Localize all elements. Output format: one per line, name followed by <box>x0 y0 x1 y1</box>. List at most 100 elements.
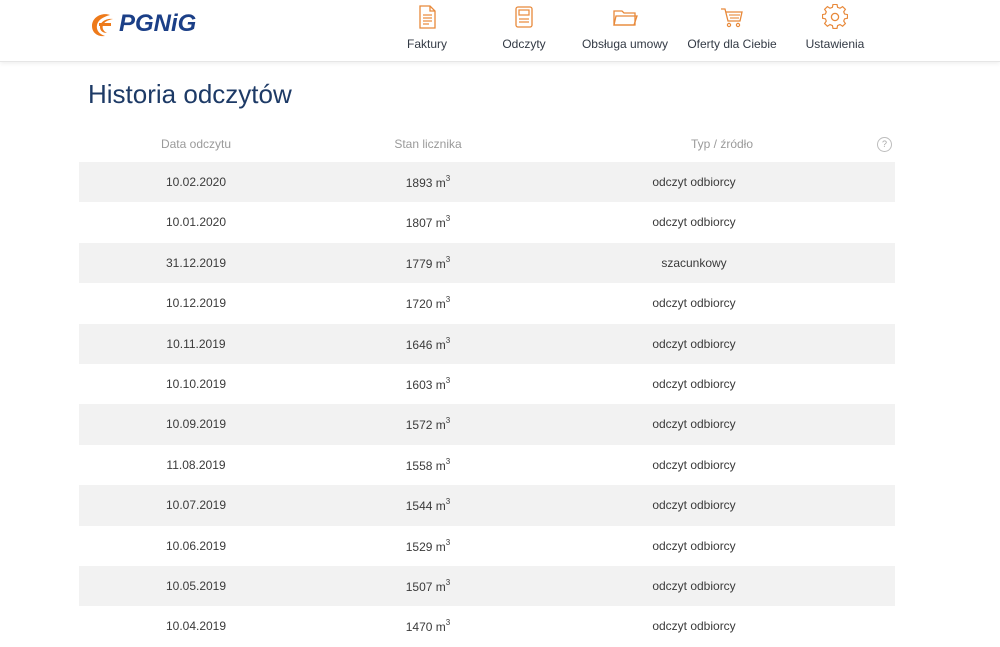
cell-reading: 1646 m3 <box>313 335 543 352</box>
unit-symbol: m <box>435 337 446 352</box>
unit-symbol: m <box>435 499 446 514</box>
cell-type: odczyt odbiorcy <box>652 498 736 513</box>
unit-symbol: m <box>435 297 446 312</box>
unit-exponent: 3 <box>445 214 451 224</box>
cell-type: szacunkowy <box>661 255 727 270</box>
reading-unit: m3 <box>435 456 451 473</box>
cell-reading: 1603 m3 <box>313 375 543 392</box>
cell-date: 10.06.2019 <box>165 538 227 553</box>
cell-date: 10.12.2019 <box>165 296 227 311</box>
reading-unit: m3 <box>435 174 450 190</box>
cell-reading: 1558 m3 <box>313 456 543 473</box>
cell-reading: 1470 m3 <box>313 618 543 635</box>
reading-value: 1779 <box>405 256 433 271</box>
reading-value: 1603 <box>405 377 433 392</box>
nav-item-ustawienia[interactable]: Ustawienia <box>780 0 890 60</box>
reading-unit: m3 <box>435 335 451 352</box>
cell-type: odczyt odbiorcy <box>652 417 736 432</box>
reading-unit: m3 <box>435 537 451 554</box>
header-date: Data odczytu <box>160 137 232 151</box>
table-row: 11.08.2019 1558 m3 odczyt odbiorcy <box>79 444 895 486</box>
top-header: PGNiG Faktury Odczyty Obsługa umowy Ofer… <box>0 0 1000 62</box>
cell-type: odczyt odbiorcy <box>652 619 736 634</box>
reading-unit: m3 <box>435 295 451 312</box>
unit-symbol: m <box>435 579 446 594</box>
table-row: 10.07.2019 1544 m3 odczyt odbiorcy <box>79 485 895 526</box>
help-icon[interactable]: ? <box>877 137 892 152</box>
unit-exponent: 3 <box>445 254 451 264</box>
unit-exponent: 3 <box>445 618 451 628</box>
unit-symbol: m <box>435 620 446 635</box>
unit-symbol: m <box>435 418 446 433</box>
nav-label-faktury: Faktury <box>406 37 447 51</box>
unit-symbol: m <box>435 458 446 473</box>
cell-date: 10.01.2020 <box>165 215 227 230</box>
nav-label-obsluga-umowy: Obsługa umowy <box>581 37 669 51</box>
unit-symbol: m <box>435 539 446 554</box>
cell-date: 11.08.2019 <box>166 457 226 472</box>
cell-type: odczyt odbiorcy <box>652 578 736 593</box>
unit-exponent: 3 <box>445 416 451 426</box>
reading-value: 1529 <box>405 539 433 554</box>
reading-unit: m3 <box>435 416 451 433</box>
nav-item-faktury[interactable]: Faktury <box>372 0 482 60</box>
reading-unit: m3 <box>436 254 451 271</box>
table-row: 10.10.2019 1603 m3 odczyt odbiorcy <box>79 363 895 405</box>
cell-date: 10.05.2019 <box>165 578 227 593</box>
brand-name: PGNiG <box>119 10 197 37</box>
reading-unit: m3 <box>435 497 451 514</box>
nav-label-odczyty: Odczyty <box>502 37 546 51</box>
cell-reading: 1720 m3 <box>313 295 543 312</box>
unit-exponent: 3 <box>445 577 451 587</box>
unit-exponent: 3 <box>445 375 451 385</box>
invoice-icon <box>419 5 436 29</box>
reading-value: 1720 <box>405 297 433 312</box>
meter-reading-icon <box>515 6 533 28</box>
table-body: 10.02.2020 1893 m3 odczyt odbiorcy 10.01.20… <box>79 162 895 647</box>
cart-icon <box>721 8 743 28</box>
reading-unit: m3 <box>436 375 451 392</box>
header-reading: Stan licznika <box>394 137 462 151</box>
cell-type: odczyt odbiorcy <box>652 215 736 230</box>
cell-type: odczyt odbiorcy <box>652 538 736 553</box>
table-row: 10.06.2019 1529 m3 odczyt odbiorcy <box>79 525 895 566</box>
cell-type: odczyt odbiorcy <box>652 376 736 391</box>
cell-reading: 1572 m3 <box>313 416 543 433</box>
unit-exponent: 3 <box>445 497 451 507</box>
nav-item-obsluga-umowy[interactable]: Obsługa umowy <box>570 0 680 60</box>
cell-type: odczyt odbiorcy <box>652 457 736 472</box>
reading-value: 1558 <box>405 458 433 473</box>
cell-date: 10.09.2019 <box>165 417 227 432</box>
reading-value: 1893 <box>405 176 433 190</box>
cell-type: odczyt odbiorcy <box>652 175 736 189</box>
readings-table: Data odczytu Stan licznika Typ / źródło … <box>79 128 895 647</box>
unit-exponent: 3 <box>445 295 451 305</box>
cell-reading: 1807 m3 <box>313 214 543 231</box>
cell-date: 10.07.2019 <box>165 498 227 513</box>
unit-exponent: 3 <box>445 537 451 547</box>
cell-date: 31.12.2019 <box>165 255 227 270</box>
cell-reading: 1779 m3 <box>313 254 543 271</box>
cell-reading: 1507 m3 <box>313 577 543 594</box>
reading-value: 1507 <box>405 579 433 594</box>
cell-date: 10.10.2019 <box>165 376 227 391</box>
nav-label-oferty: Oferty dla Ciebie <box>687 37 777 51</box>
unit-symbol: m <box>435 176 446 190</box>
cell-reading: 1893 m3 <box>313 174 543 190</box>
unit-exponent: 3 <box>445 335 451 345</box>
cell-reading: 1529 m3 <box>313 537 543 554</box>
table-header: Data odczytu Stan licznika Typ / źródło … <box>79 128 895 162</box>
header-type: Typ / źródło <box>690 137 754 151</box>
brand-logo[interactable]: PGNiG <box>88 8 196 40</box>
cell-date: 10.11.2019 <box>166 336 226 351</box>
table-row: 31.12.2019 1779 m3 szacunkowy <box>79 242 895 284</box>
folder-icon <box>613 10 638 26</box>
nav-item-odczyty[interactable]: Odczyty <box>469 0 579 60</box>
cell-date: 10.02.2020 <box>165 175 227 189</box>
nav-item-oferty[interactable]: Oferty dla Ciebie <box>677 0 787 60</box>
reading-value: 1646 <box>405 337 433 352</box>
page-title: Historia odczytów <box>88 79 292 109</box>
reading-value: 1807 <box>405 216 433 231</box>
cell-date: 10.04.2019 <box>165 619 227 634</box>
unit-exponent: 3 <box>445 456 451 466</box>
